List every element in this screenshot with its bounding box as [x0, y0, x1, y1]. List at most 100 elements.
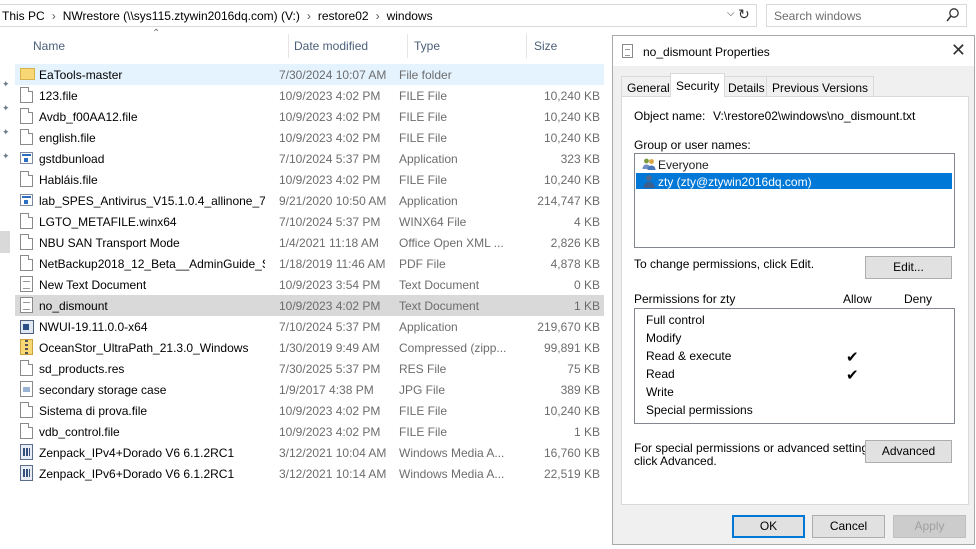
column-header-name[interactable]: Name: [33, 39, 65, 53]
file-date: 7/10/2024 5:37 PM: [279, 320, 381, 334]
group-item-everyone[interactable]: Everyone: [636, 156, 952, 172]
file-date: 1/18/2019 11:46 AM: [279, 257, 386, 271]
file-row[interactable]: NetBackup2018_12_Beta__AdminGuide_S... 1/…: [15, 253, 604, 274]
file-row[interactable]: gstdbunload 7/10/2024 5:37 PM Application 3…: [15, 148, 604, 169]
file-type: PDF File: [399, 257, 446, 271]
tab-previous-versions[interactable]: Previous Versions: [766, 76, 875, 97]
properties-dialog: no_dismount Properties ✕ General Securit…: [612, 35, 975, 545]
file-row[interactable]: sd_products.res 7/30/2025 5:37 PM RES File…: [15, 358, 604, 379]
file-date: 10/9/2023 4:02 PM: [279, 425, 381, 439]
breadcrumb-this-pc[interactable]: This PC: [2, 9, 45, 23]
file-row[interactable]: lab_SPES_Antivirus_V15.1.0.4_allinone_7(…: [15, 190, 604, 211]
file-size: 10,240 KB: [543, 131, 600, 145]
chevron-right-icon: ›: [306, 9, 311, 23]
allow-check-icon: ✔: [846, 349, 859, 366]
change-permissions-text: To change permissions, click Edit.: [634, 257, 815, 271]
group-item-zty[interactable]: zty (zty@ztywin2016dq.com): [636, 173, 952, 189]
file-date: 7/30/2024 10:07 AM: [279, 68, 387, 82]
file-size: 99,891 KB: [543, 341, 600, 355]
file-date: 10/9/2023 4:02 PM: [279, 89, 381, 103]
file-row[interactable]: Habláis.file 10/9/2023 4:02 PM FILE File 10…: [15, 169, 604, 190]
file-type: FILE File: [399, 425, 448, 439]
file-row[interactable]: NWUI-19.11.0.0-x64 7/10/2024 5:37 PM Appli…: [15, 316, 604, 337]
nav-selected-item[interactable]: [0, 231, 10, 253]
tab-general[interactable]: General: [621, 76, 676, 97]
file-icon: [20, 423, 33, 439]
tab-security[interactable]: Security: [670, 73, 726, 97]
file-icon: [20, 87, 33, 103]
file-name: New Text Document: [39, 278, 147, 292]
file-row[interactable]: Avdb_f00AA12.file 10/9/2023 4:02 PM FILE F…: [15, 106, 604, 127]
file-row[interactable]: vdb_control.file 10/9/2023 4:02 PM FILE Fi…: [15, 421, 604, 442]
file-list: ⌃ Name Date modified Type Size EaTools-m…: [15, 28, 612, 549]
file-type: Text Document: [399, 299, 480, 313]
file-type: FILE File: [399, 131, 448, 145]
group-user-list[interactable]: Everyone zty (zty@ztywin2016dq.com): [634, 153, 955, 248]
breadcrumb-drive[interactable]: NWrestore (\\sys115.ztywin2016dq.com) (V…: [63, 9, 300, 23]
file-type: Text Document: [399, 278, 480, 292]
file-row[interactable]: Zenpack_IPv6+Dorado V6 6.1.2RC1 3/12/2021…: [15, 463, 604, 484]
application-icon: [20, 194, 33, 206]
object-name-label: Object name:: [634, 109, 706, 123]
file-type: FILE File: [399, 173, 448, 187]
file-type: Windows Media A...: [399, 446, 505, 460]
file-row[interactable]: NBU SAN Transport Mode 1/4/2021 11:18 AM O…: [15, 232, 604, 253]
address-dropdown-icon[interactable]: ⌵: [727, 8, 735, 19]
close-icon[interactable]: ✕: [951, 40, 966, 61]
breadcrumb-windows[interactable]: windows: [387, 9, 433, 23]
file-date: 10/9/2023 4:02 PM: [279, 404, 381, 418]
file-size: 323 KB: [560, 152, 600, 166]
file-icon: [20, 402, 33, 418]
file-name: vdb_control.file: [39, 425, 120, 439]
file-name: NetBackup2018_12_Beta__AdminGuide_S...: [39, 257, 265, 271]
file-row[interactable]: 123.file 10/9/2023 4:02 PM FILE File 10,240…: [15, 85, 604, 106]
column-divider[interactable]: [407, 34, 408, 58]
file-type: Office Open XML ...: [399, 236, 504, 250]
file-icon: [20, 255, 33, 271]
advanced-button[interactable]: Advanced: [865, 440, 952, 463]
file-row[interactable]: EaTools-master 7/30/2024 10:07 AM File fol…: [15, 64, 604, 85]
file-row[interactable]: Zenpack_IPv4+Dorado V6 6.1.2RC1 3/12/2021…: [15, 442, 604, 463]
refresh-icon[interactable]: ↻: [738, 6, 750, 23]
file-type: Application: [399, 152, 458, 166]
file-icon: [20, 129, 33, 145]
file-type: Compressed (zipp...: [399, 341, 507, 355]
pin-icon: ✦: [2, 127, 10, 137]
edit-button[interactable]: Edit...: [865, 256, 952, 279]
dialog-titlebar[interactable]: no_dismount Properties ✕: [613, 36, 974, 66]
breadcrumb-restore02[interactable]: restore02: [318, 9, 369, 23]
file-row[interactable]: english.file 10/9/2023 4:02 PM FILE File 10…: [15, 127, 604, 148]
file-row[interactable]: Sistema di prova.file 10/9/2023 4:02 PM FI…: [15, 400, 604, 421]
file-name: OceanStor_UltraPath_21.3.0_Windows: [39, 341, 249, 355]
file-name: Habláis.file: [39, 173, 98, 187]
column-header-size[interactable]: Size: [534, 39, 557, 53]
file-row[interactable]: no_dismount 10/9/2023 4:02 PM Text Documen…: [15, 295, 604, 316]
column-divider[interactable]: [288, 34, 289, 58]
special-permissions-text-1: For special permissions or advanced sett…: [634, 441, 878, 455]
file-row[interactable]: OceanStor_UltraPath_21.3.0_Windows 1/30/2…: [15, 337, 604, 358]
search-input[interactable]: Search windows: [774, 9, 861, 23]
column-header-type[interactable]: Type: [414, 39, 440, 53]
file-date: 10/9/2023 4:02 PM: [279, 110, 381, 124]
column-divider[interactable]: [526, 34, 527, 58]
file-type: File folder: [399, 68, 452, 82]
permissions-list[interactable]: Full control Modify Read & execute ✔ Read ✔ Wr…: [634, 308, 955, 424]
column-header-date[interactable]: Date modified: [294, 39, 368, 53]
security-panel: Object name: V:\restore02\windows\no_dis…: [621, 96, 969, 505]
file-row[interactable]: LGTO_METAFILE.winx64 7/10/2024 5:37 PM WIN…: [15, 211, 604, 232]
file-row[interactable]: secondary storage case 1/9/2017 4:38 PM JP…: [15, 379, 604, 400]
tab-details[interactable]: Details: [722, 76, 771, 97]
file-name: NBU SAN Transport Mode: [39, 236, 180, 250]
file-name: Zenpack_IPv6+Dorado V6 6.1.2RC1: [39, 467, 235, 481]
address-bar[interactable]: This PC › NWrestore (\\sys115.ztywin2016dq…: [0, 4, 757, 27]
apply-button[interactable]: Apply: [893, 515, 966, 538]
search-icon[interactable]: [946, 7, 960, 23]
object-name-value: V:\restore02\windows\no_dismount.txt: [713, 109, 916, 123]
file-size: 10,240 KB: [543, 404, 600, 418]
cancel-button[interactable]: Cancel: [812, 515, 885, 538]
ok-button[interactable]: OK: [732, 515, 805, 538]
file-size: 1 KB: [573, 425, 600, 439]
file-row[interactable]: New Text Document 10/9/2023 3:54 PM Text D…: [15, 274, 604, 295]
search-box[interactable]: Search windows: [766, 4, 967, 27]
file-type: JPG File: [399, 383, 446, 397]
